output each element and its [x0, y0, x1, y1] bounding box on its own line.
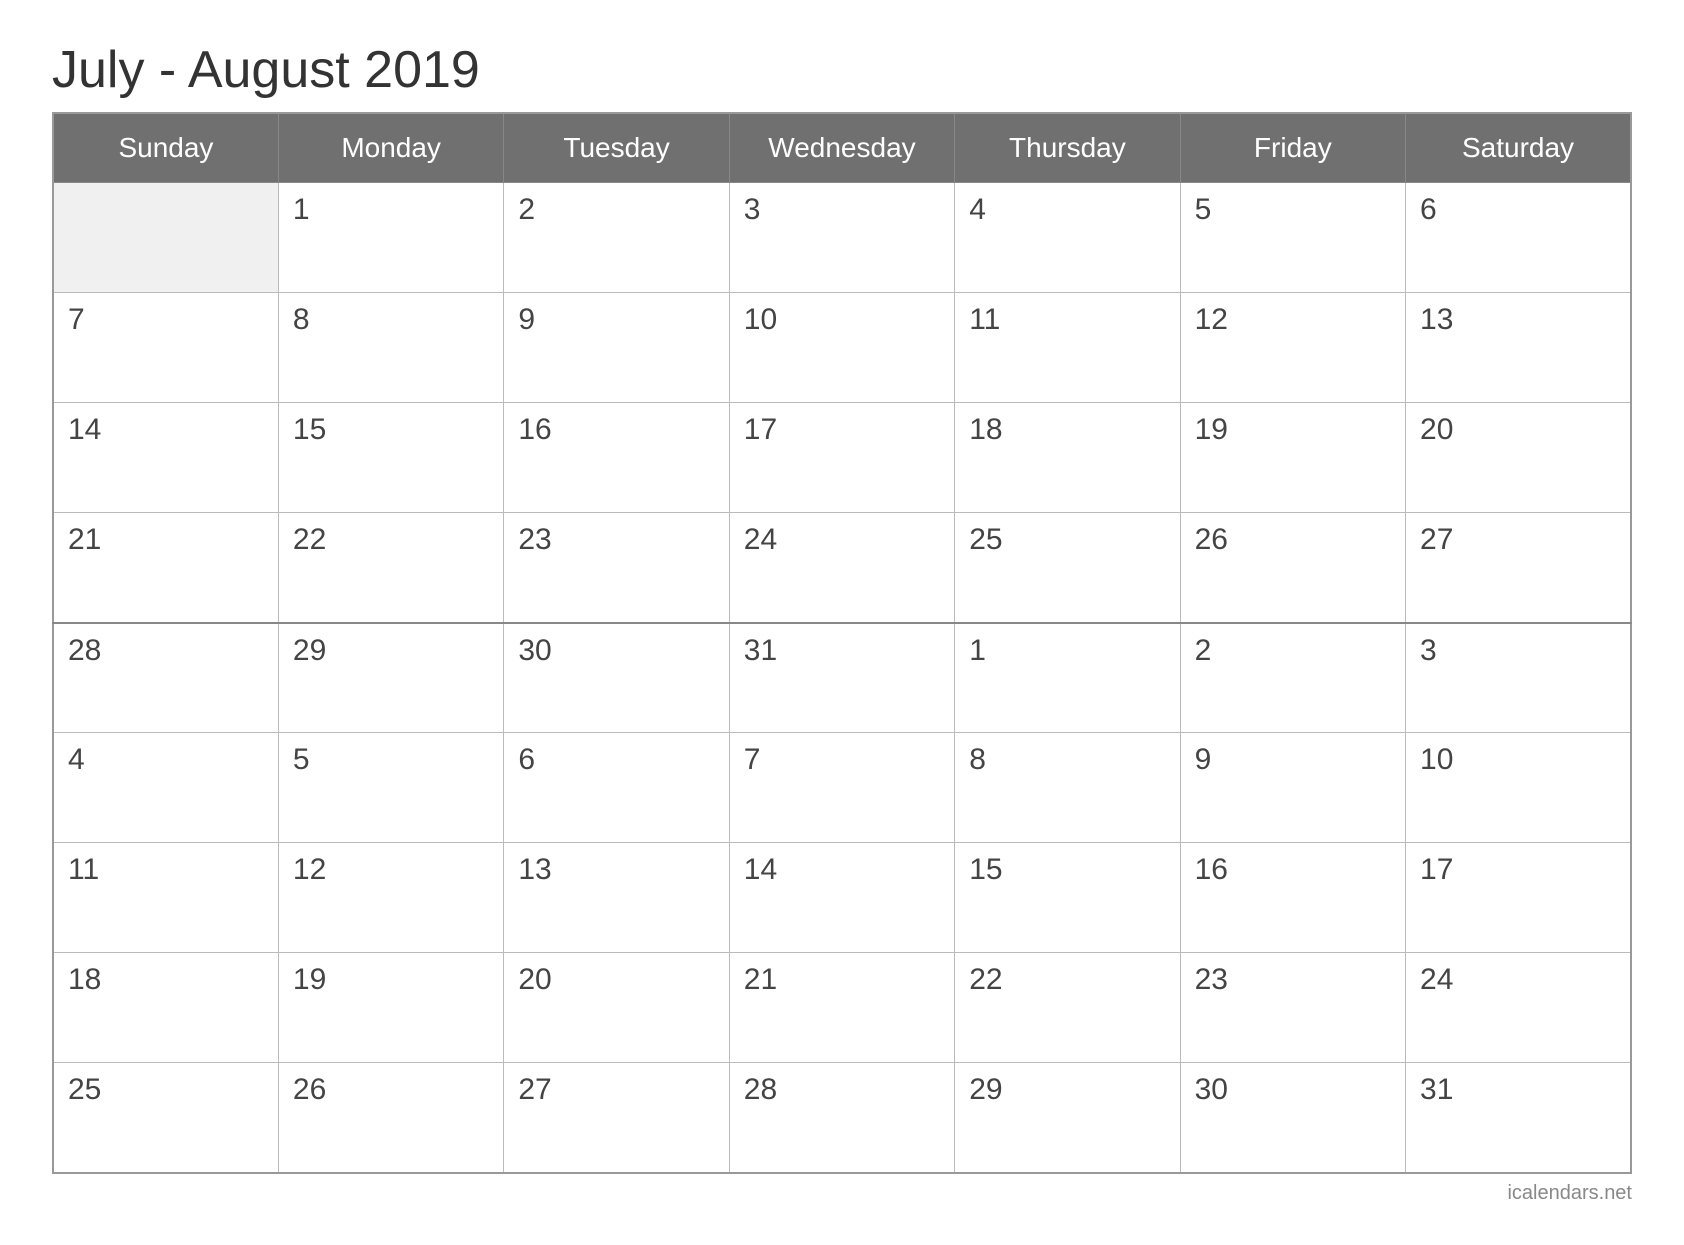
calendar-cell: 9	[504, 293, 729, 403]
calendar-cell: 1	[955, 623, 1180, 733]
calendar-cell: 31	[1406, 1063, 1631, 1173]
calendar-cell: 23	[1180, 953, 1405, 1063]
calendar-cell: 24	[1406, 953, 1631, 1063]
calendar-cell: 12	[278, 843, 503, 953]
calendar-cell: 21	[53, 513, 278, 623]
calendar-cell: 18	[955, 403, 1180, 513]
calendar-cell: 28	[53, 623, 278, 733]
day-header-sunday: Sunday	[53, 113, 278, 183]
calendar-week-row: 123456	[53, 183, 1631, 293]
calendar-cell: 28	[729, 1063, 954, 1173]
calendar-cell: 20	[504, 953, 729, 1063]
calendar-cell: 18	[53, 953, 278, 1063]
calendar-cell: 31	[729, 623, 954, 733]
calendar-week-row: 78910111213	[53, 293, 1631, 403]
calendar-cell: 29	[278, 623, 503, 733]
calendar-cell: 3	[729, 183, 954, 293]
calendar-cell: 25	[955, 513, 1180, 623]
calendar-title: July - August 2019	[52, 40, 1632, 100]
calendar-cell: 15	[955, 843, 1180, 953]
calendar-cell: 6	[504, 733, 729, 843]
calendar-cell: 11	[53, 843, 278, 953]
calendar-table: SundayMondayTuesdayWednesdayThursdayFrid…	[52, 112, 1632, 1174]
calendar-cell: 27	[504, 1063, 729, 1173]
calendar-week-row: 45678910	[53, 733, 1631, 843]
calendar-cell: 29	[955, 1063, 1180, 1173]
days-header-row: SundayMondayTuesdayWednesdayThursdayFrid…	[53, 113, 1631, 183]
calendar-cell: 8	[278, 293, 503, 403]
calendar-cell: 2	[504, 183, 729, 293]
calendar-cell: 4	[53, 733, 278, 843]
calendar-cell: 17	[1406, 843, 1631, 953]
calendar-cell: 10	[729, 293, 954, 403]
calendar-cell: 8	[955, 733, 1180, 843]
day-header-friday: Friday	[1180, 113, 1405, 183]
calendar-cell: 14	[53, 403, 278, 513]
calendar-cell	[53, 183, 278, 293]
calendar-cell: 19	[1180, 403, 1405, 513]
calendar-cell: 20	[1406, 403, 1631, 513]
calendar-cell: 30	[1180, 1063, 1405, 1173]
day-header-tuesday: Tuesday	[504, 113, 729, 183]
calendar-cell: 21	[729, 953, 954, 1063]
calendar-cell: 27	[1406, 513, 1631, 623]
calendar-cell: 13	[504, 843, 729, 953]
calendar-cell: 25	[53, 1063, 278, 1173]
calendar-cell: 26	[278, 1063, 503, 1173]
page-container: July - August 2019 SundayMondayTuesdayWe…	[52, 40, 1632, 1205]
calendar-cell: 6	[1406, 183, 1631, 293]
calendar-cell: 14	[729, 843, 954, 953]
calendar-cell: 16	[504, 403, 729, 513]
footer-text: icalendars.net	[52, 1182, 1632, 1205]
calendar-cell: 5	[1180, 183, 1405, 293]
calendar-cell: 26	[1180, 513, 1405, 623]
calendar-week-row: 11121314151617	[53, 843, 1631, 953]
day-header-thursday: Thursday	[955, 113, 1180, 183]
calendar-week-row: 21222324252627	[53, 513, 1631, 623]
calendar-cell: 3	[1406, 623, 1631, 733]
calendar-cell: 10	[1406, 733, 1631, 843]
calendar-cell: 5	[278, 733, 503, 843]
calendar-week-row: 28293031123	[53, 623, 1631, 733]
calendar-cell: 16	[1180, 843, 1405, 953]
day-header-monday: Monday	[278, 113, 503, 183]
calendar-week-row: 18192021222324	[53, 953, 1631, 1063]
calendar-cell: 22	[278, 513, 503, 623]
calendar-cell: 13	[1406, 293, 1631, 403]
calendar-cell: 4	[955, 183, 1180, 293]
calendar-cell: 11	[955, 293, 1180, 403]
calendar-cell: 17	[729, 403, 954, 513]
calendar-cell: 22	[955, 953, 1180, 1063]
calendar-cell: 1	[278, 183, 503, 293]
calendar-week-row: 14151617181920	[53, 403, 1631, 513]
day-header-saturday: Saturday	[1406, 113, 1631, 183]
calendar-cell: 12	[1180, 293, 1405, 403]
calendar-week-row: 25262728293031	[53, 1063, 1631, 1173]
calendar-cell: 15	[278, 403, 503, 513]
calendar-cell: 2	[1180, 623, 1405, 733]
calendar-cell: 7	[729, 733, 954, 843]
calendar-cell: 7	[53, 293, 278, 403]
calendar-cell: 19	[278, 953, 503, 1063]
day-header-wednesday: Wednesday	[729, 113, 954, 183]
calendar-cell: 30	[504, 623, 729, 733]
calendar-cell: 9	[1180, 733, 1405, 843]
calendar-cell: 24	[729, 513, 954, 623]
calendar-cell: 23	[504, 513, 729, 623]
